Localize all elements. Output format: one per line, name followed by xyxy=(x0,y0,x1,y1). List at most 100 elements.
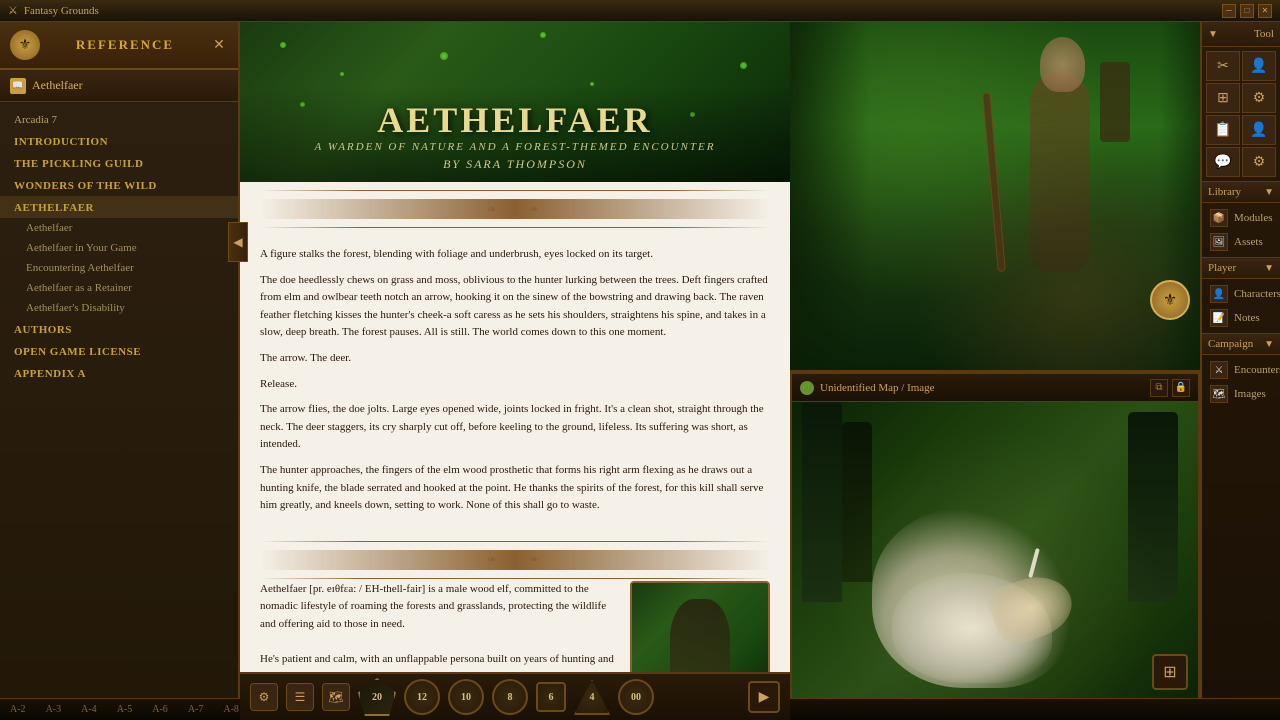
toc-appendix[interactable]: APPENDIX A xyxy=(0,362,238,384)
map-lock-button[interactable]: 🔒 xyxy=(1172,379,1190,397)
toc-arcadia[interactable]: Arcadia 7 xyxy=(0,110,238,130)
toc-aethelfaer[interactable]: AETHELFAER xyxy=(0,196,238,218)
campaign-images[interactable]: 🗺 Images xyxy=(1206,382,1276,406)
library-title: Library xyxy=(1208,186,1241,198)
tool-character[interactable]: 👤 xyxy=(1242,51,1276,81)
char-description-text: Aethelfaer [pr. eɪθfɛa: / EH-thell-fair]… xyxy=(260,581,618,672)
tool-collapse-arrow[interactable]: ▼ xyxy=(1208,29,1218,40)
coord-a5: A-5 xyxy=(117,704,133,715)
book-tab[interactable]: 📖 Aethelfaer xyxy=(0,70,238,102)
book-content[interactable]: AETHELFAER A Warden of Nature and a Fore… xyxy=(240,22,790,672)
maximize-button[interactable]: □ xyxy=(1240,4,1254,18)
para-2: The doe heedlessly chews on grass and mo… xyxy=(260,272,770,342)
tool-cut[interactable]: ✂ xyxy=(1206,51,1240,81)
toolbar-settings[interactable]: ☰ xyxy=(286,683,314,711)
reference-decoration: ⚜ xyxy=(10,30,40,60)
dice-d10[interactable]: 10 xyxy=(448,679,484,715)
notes-label: Notes xyxy=(1234,312,1260,324)
library-items: 📦 Modules 🖼 Assets xyxy=(1202,203,1280,257)
characters-label: Characters xyxy=(1234,288,1280,300)
player-arrow: ▼ xyxy=(1264,263,1274,274)
play-button[interactable]: ▶ xyxy=(748,681,780,713)
player-notes[interactable]: 📝 Notes xyxy=(1206,306,1276,330)
dice-d8[interactable]: 8 xyxy=(492,679,528,715)
dice-d20[interactable]: 20 xyxy=(358,678,396,716)
nav-collapse-button[interactable]: ◀ xyxy=(228,222,248,262)
titlebar-controls: ─ □ ✕ xyxy=(1222,4,1272,18)
images-label: Images xyxy=(1234,388,1266,400)
book-tab-title: Aethelfaer xyxy=(32,78,83,93)
toc-wonders[interactable]: WONDERS OF THE WILD xyxy=(0,174,238,196)
para-4: Release. xyxy=(260,376,770,394)
reference-close-button[interactable]: ✕ xyxy=(210,36,228,54)
player-characters[interactable]: 👤 Characters xyxy=(1206,282,1276,306)
encounters-label: Encounters xyxy=(1234,364,1280,376)
toc-introduction[interactable]: INTRODUCTION xyxy=(0,130,238,152)
toc-aethelfaer-game[interactable]: Aethelfaer in Your Game xyxy=(0,238,238,258)
library-header[interactable]: Library ▼ xyxy=(1202,181,1280,203)
map-panel-icon: 🌿 xyxy=(800,381,814,395)
tool-panel: ▼ Tool ✂ 👤 ⊞ ⚙ 📋 👤 💬 ⚙ Library ▼ 📦 Modul… xyxy=(1200,22,1280,720)
map-zoom-button[interactable]: ⊞ xyxy=(1152,654,1188,690)
player-header[interactable]: Player ▼ xyxy=(1202,257,1280,279)
campaign-arrow: ▼ xyxy=(1264,339,1274,350)
dice-d00[interactable]: 00 xyxy=(618,679,654,715)
map-image: ⊞ xyxy=(792,402,1198,718)
player-items: 👤 Characters 📝 Notes xyxy=(1202,279,1280,333)
map-title: Unidentified Map / Image xyxy=(820,382,935,394)
app-icon: ⚔ xyxy=(8,4,18,17)
tool-player[interactable]: 👤 xyxy=(1242,115,1276,145)
coord-a2: A-2 xyxy=(10,704,26,715)
toc-open-game[interactable]: OPEN GAME LICENSE xyxy=(0,340,238,362)
decorative-bottom xyxy=(240,541,790,579)
para-6: The hunter approaches, the fingers of th… xyxy=(260,462,770,515)
reference-header: ⚜ REFERENCE ✕ xyxy=(0,22,238,70)
toc-encountering[interactable]: Encountering Aethelfaer xyxy=(0,258,238,278)
close-button[interactable]: ✕ xyxy=(1258,4,1272,18)
tool-grid[interactable]: ⊞ xyxy=(1206,83,1240,113)
dice-d4[interactable]: 4 xyxy=(574,679,610,715)
book-title: AETHELFAER xyxy=(315,99,716,141)
toolbar-map[interactable]: 🗺 xyxy=(322,683,350,711)
toc-disability[interactable]: Aethelfaer's Disability xyxy=(0,298,238,318)
campaign-title: Campaign xyxy=(1208,338,1253,350)
modules-icon: 📦 xyxy=(1210,209,1228,227)
tool-chat[interactable]: 💬 xyxy=(1206,147,1240,177)
decorative-top xyxy=(240,182,790,228)
toc-authors[interactable]: AUTHORS xyxy=(0,318,238,340)
sidebar: ⚜ REFERENCE ✕ 📖 Aethelfaer Arcadia 7 INT… xyxy=(0,22,240,720)
toolbar-left-icon[interactable]: ⚙ xyxy=(250,683,278,711)
right-panel: ⚜ 🌿 Unidentified Map / Image ⧉ 🔒 xyxy=(790,22,1200,720)
tool-settings[interactable]: ⚙ xyxy=(1242,83,1276,113)
minimize-button[interactable]: ─ xyxy=(1222,4,1236,18)
library-modules[interactable]: 📦 Modules xyxy=(1206,206,1276,230)
map-panel: 🌿 Unidentified Map / Image ⧉ 🔒 xyxy=(790,372,1200,720)
book-subtitle: A Warden of Nature and a Forest-Themed E… xyxy=(315,141,716,153)
book-author: by Sara Thompson xyxy=(315,157,716,172)
map-link-button[interactable]: ⧉ xyxy=(1150,379,1168,397)
toc-retainer[interactable]: Aethelfaer as a Retainer xyxy=(0,278,238,298)
reference-title: REFERENCE xyxy=(40,37,210,53)
campaign-encounters[interactable]: ⚔ Encounters xyxy=(1206,358,1276,382)
assets-label: Assets xyxy=(1234,236,1263,248)
tool-notes[interactable]: 📋 xyxy=(1206,115,1240,145)
dice-d6[interactable]: 6 xyxy=(536,682,566,712)
encounters-icon: ⚔ xyxy=(1210,361,1228,379)
dice-d12[interactable]: 12 xyxy=(404,679,440,715)
tool-config[interactable]: ⚙ xyxy=(1242,147,1276,177)
campaign-header[interactable]: Campaign ▼ xyxy=(1202,333,1280,355)
assets-icon: 🖼 xyxy=(1210,233,1228,251)
library-arrow: ▼ xyxy=(1264,187,1274,198)
toc-pickling-guild[interactable]: THE PICKLING GUILD xyxy=(0,152,238,174)
map-controls: ⧉ 🔒 xyxy=(1150,379,1190,397)
tool-title: Tool xyxy=(1254,28,1274,40)
character-image: ⚜ xyxy=(790,22,1200,372)
notes-icon: 📝 xyxy=(1210,309,1228,327)
book-hero-image: AETHELFAER A Warden of Nature and a Fore… xyxy=(240,22,790,182)
library-assets[interactable]: 🖼 Assets xyxy=(1206,230,1276,254)
coord-a8: A-8 xyxy=(223,704,239,715)
campaign-items: ⚔ Encounters 🗺 Images xyxy=(1202,355,1280,409)
corner-decoration: ⚜ xyxy=(1150,280,1190,320)
toc-aethelfaer-main[interactable]: Aethelfaer xyxy=(0,218,238,238)
char-description-section: Aethelfaer [pr. eɪθfɛa: / EH-thell-fair]… xyxy=(240,581,790,672)
